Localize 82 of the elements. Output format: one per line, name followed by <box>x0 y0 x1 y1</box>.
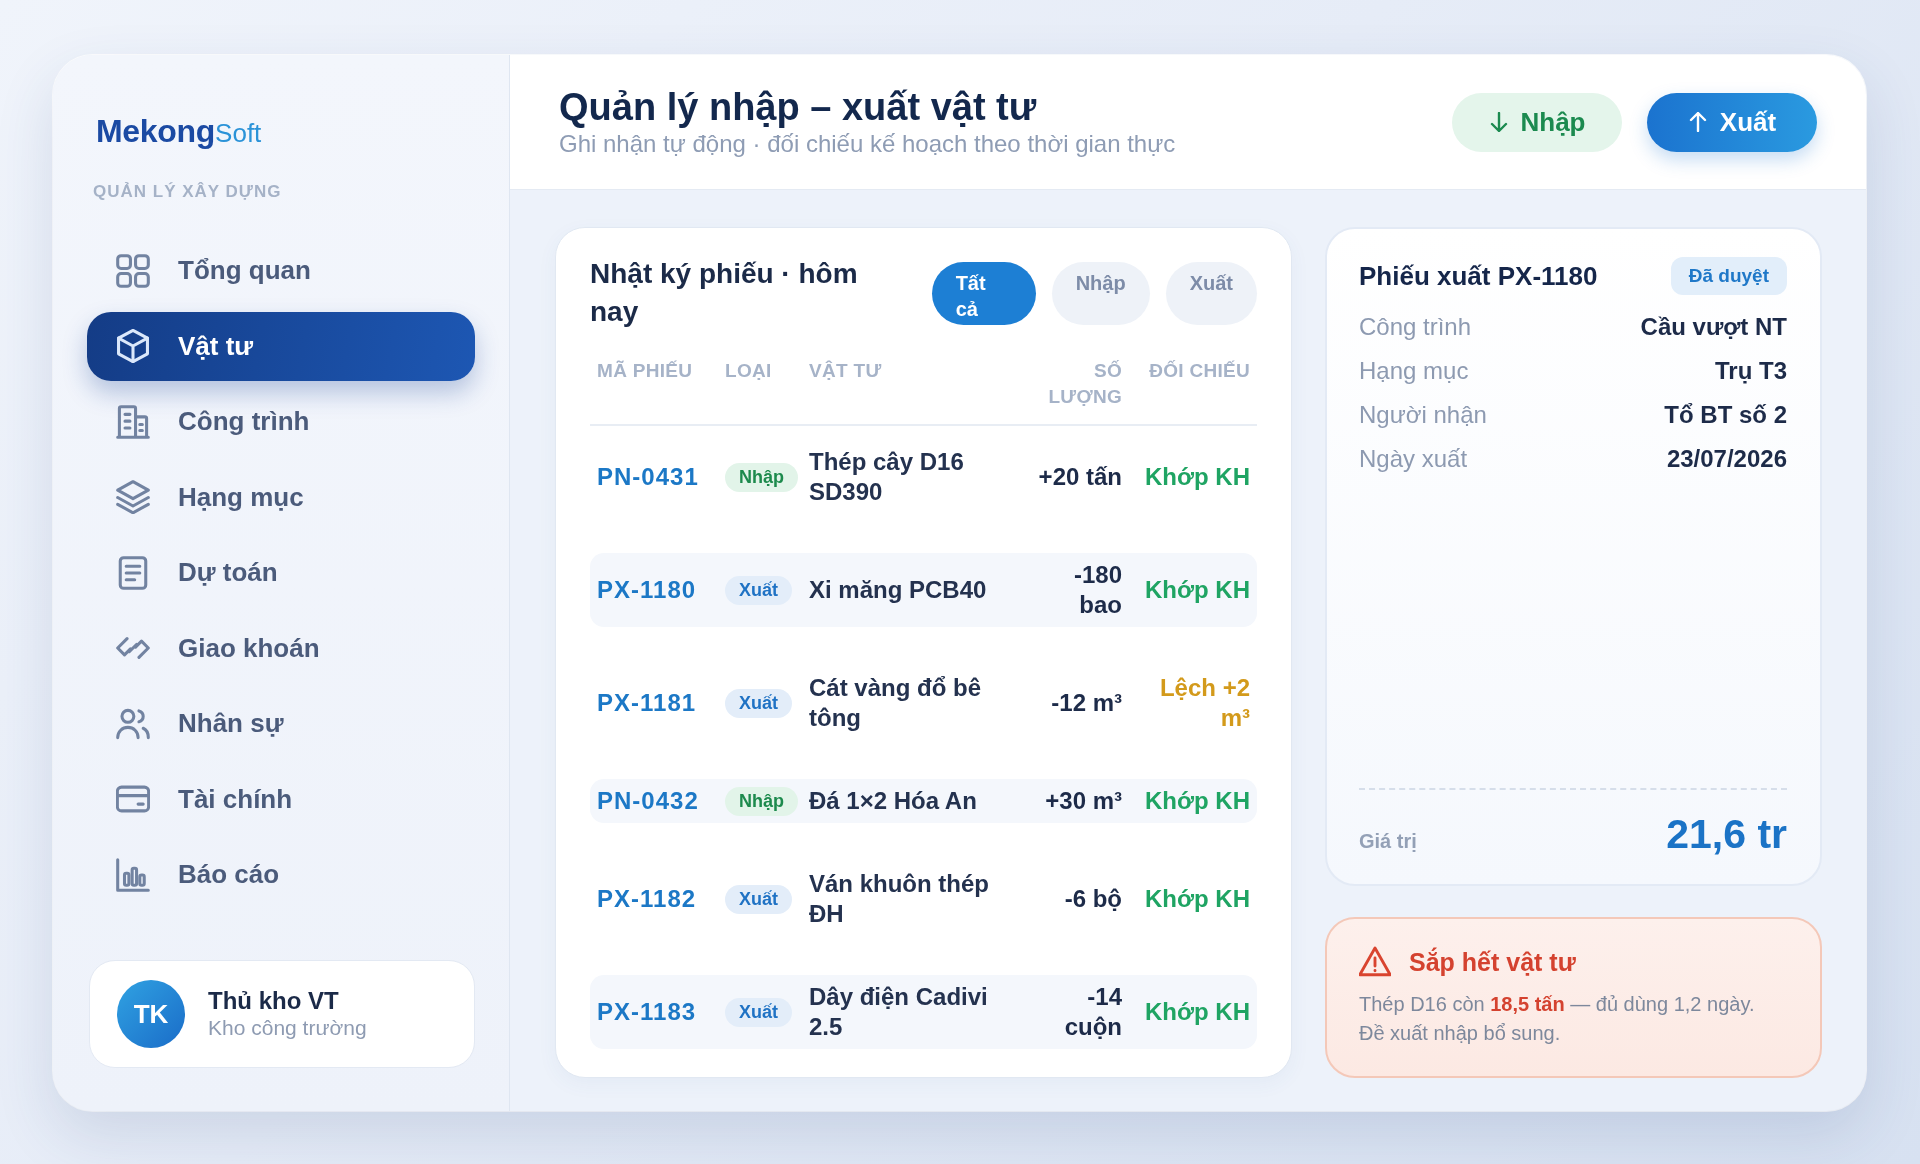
users-icon <box>116 706 150 741</box>
reconciliation-status: Lệch +2 m³ <box>1158 673 1250 733</box>
nav-item[interactable]: Vật tư <box>87 311 475 381</box>
field-value: Tổ BT số 2 <box>1664 400 1787 430</box>
material-name: Dây điện Cadivi 2.5 <box>809 982 989 1042</box>
status-badge: Đã duyệt <box>1670 257 1787 295</box>
bar-chart-icon <box>116 857 150 892</box>
nav-item[interactable]: Công trình <box>87 387 475 456</box>
alert-message: Thép D16 còn 18,5 tấn — đủ dùng 1,2 ngày. Đề xuất nhập bổ sung. <box>1359 992 1756 1046</box>
field-label: Người nhận <box>1359 400 1487 430</box>
detail-title: Phiếu xuất PX-1180 <box>1359 260 1598 293</box>
type-tag: Xuất <box>725 997 792 1027</box>
filter-tab[interactable]: Tất cả <box>931 262 1036 325</box>
arrow-up-icon <box>1687 112 1708 132</box>
quantity: +30 m³ <box>1044 786 1122 816</box>
field-label: Hạng mục <box>1359 356 1469 386</box>
quantity: -180 bao <box>1072 560 1122 620</box>
user-role: Kho công trường <box>208 1015 367 1041</box>
ticket-code-link[interactable]: PN-0431 <box>597 462 699 492</box>
nav-item[interactable]: Hạng mục <box>87 462 475 532</box>
nav-item[interactable]: Giao khoán <box>87 613 475 683</box>
nav-item[interactable]: Nhân sự <box>87 689 475 758</box>
reconciliation-status: Khớp KH <box>1143 884 1250 914</box>
section-label: QUẢN LÝ XÂY DỰNG <box>93 181 282 203</box>
page-subtitle: Ghi nhận tự động · đối chiếu kế hoạch theo thời gian thực <box>559 129 1176 159</box>
filter-tab[interactable]: Xuất <box>1165 262 1257 325</box>
building-icon <box>116 404 150 439</box>
export-button[interactable]: Xuất <box>1647 92 1817 152</box>
grid-icon <box>116 253 150 288</box>
quantity: -14 cuộn <box>1063 982 1122 1042</box>
nav-item[interactable]: Báo cáo <box>87 840 475 909</box>
page-title: Quản lý nhập – xuất vật tư <box>559 85 1037 129</box>
material-name: Xi măng PCB40 <box>809 575 988 605</box>
filter-tab[interactable]: Nhập <box>1051 262 1150 325</box>
reconciliation-status: Khớp KH <box>1143 997 1250 1027</box>
total-value: 21,6 tr <box>1666 810 1787 858</box>
ticket-code-link[interactable]: PN-0432 <box>597 786 699 816</box>
column-header: LOẠI <box>725 359 773 383</box>
ticket-code-link[interactable]: PX-1183 <box>597 997 697 1027</box>
card-title: Nhật ký phiếu · hôm nay <box>590 257 859 329</box>
type-tag: Nhập <box>725 462 798 492</box>
quantity: +20 tấn <box>1037 462 1122 492</box>
field-label: Ngày xuất <box>1359 444 1468 474</box>
nav-item[interactable]: Tài chính <box>87 764 475 834</box>
type-tag: Xuất <box>725 575 792 605</box>
material-name: Đá 1×2 Hóa An <box>809 786 978 816</box>
quantity: -6 bộ <box>1063 884 1122 914</box>
field-value: 23/07/2026 <box>1666 444 1787 474</box>
brand-logo: MekongSoft <box>96 113 262 151</box>
user-name: Thủ kho VT <box>208 987 339 1015</box>
ticket-code-link[interactable]: PX-1181 <box>597 688 697 718</box>
reconciliation-status: Khớp KH <box>1143 462 1250 492</box>
type-tag: Xuất <box>725 688 792 718</box>
material-name: Thép cây D16 SD390 <box>809 447 965 507</box>
cube-icon <box>116 329 150 363</box>
total-label: Giá trị <box>1359 830 1417 853</box>
type-tag: Nhập <box>725 786 798 816</box>
field-value: Cầu vượt NT <box>1640 312 1787 342</box>
field-value: Trụ T3 <box>1715 356 1787 386</box>
document-icon <box>116 555 150 590</box>
nav-item[interactable]: Dự toán <box>87 538 475 607</box>
reconciliation-status: Khớp KH <box>1143 786 1250 816</box>
alert-title: Sắp hết vật tư <box>1409 946 1576 978</box>
import-button[interactable]: Nhập <box>1452 92 1622 152</box>
arrow-down-icon <box>1488 112 1509 132</box>
type-tag: Xuất <box>725 884 792 914</box>
field-label: Công trình <box>1359 312 1472 342</box>
quantity: -12 m³ <box>1050 688 1122 718</box>
column-header: MÃ PHIẾU <box>597 359 694 383</box>
reconciliation-status: Khớp KH <box>1143 575 1250 605</box>
material-name: Cát vàng đổ bê tông <box>809 673 983 733</box>
warning-icon <box>1359 946 1391 978</box>
column-header: SỐ LƯỢNG <box>1047 359 1122 409</box>
ticket-code-link[interactable]: PX-1180 <box>597 575 697 605</box>
layers-icon <box>116 480 150 514</box>
avatar: TK <box>117 980 185 1048</box>
column-header: ĐỐI CHIẾU <box>1148 359 1250 383</box>
ticket-code-link[interactable]: PX-1182 <box>597 884 697 914</box>
user-card[interactable]: TK Thủ kho VT Kho công trường <box>89 960 475 1068</box>
nav-item[interactable]: Tổng quan <box>87 236 475 305</box>
material-name: Ván khuôn thép ĐH <box>809 869 990 929</box>
column-header: VẬT TƯ <box>809 359 883 383</box>
